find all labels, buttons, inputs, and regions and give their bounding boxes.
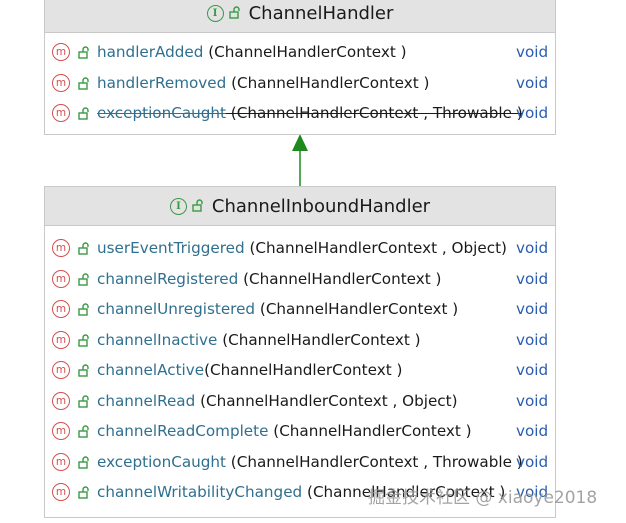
method-name: channelReadComplete xyxy=(97,422,269,441)
method-params: (ChannelHandlerContext ) xyxy=(255,300,459,319)
method-name: channelInactive xyxy=(97,330,218,349)
method-icon: m xyxy=(52,422,70,441)
return-type: void xyxy=(516,422,549,441)
return-type: void xyxy=(516,43,549,62)
method-icon: m xyxy=(52,104,70,123)
channelinboundhandler-header: I ChannelInboundHandler xyxy=(45,187,555,226)
public-lock-icon xyxy=(78,76,90,94)
interface-icon: I xyxy=(169,197,187,215)
public-lock-icon xyxy=(78,45,90,63)
method-name: handlerRemoved xyxy=(97,73,227,92)
method-name: channelWritabilityChanged xyxy=(97,483,303,502)
public-lock-icon xyxy=(78,241,90,259)
method-icon: m xyxy=(52,300,70,319)
method-icon: m xyxy=(52,73,70,92)
method-signature: channelActive(ChannelHandlerContext ) xyxy=(97,361,402,379)
method-signature: channelRead (ChannelHandlerContext , Obj… xyxy=(97,392,458,410)
method-signature: exceptionCaught (ChannelHandlerContext ,… xyxy=(97,453,523,471)
public-lock-icon xyxy=(78,106,90,124)
method-params: (ChannelHandlerContext ) xyxy=(268,422,472,441)
public-lock-icon xyxy=(78,485,90,503)
method-signature: exceptionCaught (ChannelHandlerContext ,… xyxy=(97,104,523,122)
method-signature: channelInactive (ChannelHandlerContext ) xyxy=(97,331,421,349)
return-type: void xyxy=(516,391,549,410)
method-icon: m xyxy=(52,239,70,258)
method-row[interactable]: m channelInactive (ChannelHandlerContext … xyxy=(45,325,555,356)
public-lock-icon xyxy=(78,333,90,351)
method-params: (ChannelHandlerContext , Throwable ) xyxy=(225,452,523,471)
method-params: (ChannelHandlerContext ) xyxy=(226,73,430,92)
public-lock-icon xyxy=(78,424,90,442)
channelhandler-header: I ChannelHandler xyxy=(45,0,555,33)
public-lock-icon xyxy=(78,302,90,320)
public-lock-icon xyxy=(228,3,241,24)
method-row[interactable]: m channelRead (ChannelHandlerContext , Ob… xyxy=(45,386,555,417)
method-signature: handlerAdded (ChannelHandlerContext ) xyxy=(97,43,407,61)
return-type: void xyxy=(516,269,549,288)
return-type: void xyxy=(516,452,549,471)
return-type: void xyxy=(516,361,549,380)
method-row[interactable]: m handlerAdded (ChannelHandlerContext ) vo… xyxy=(45,37,555,68)
method-row[interactable]: m channelUnregistered (ChannelHandlerCont… xyxy=(45,294,555,325)
public-lock-icon xyxy=(78,363,90,381)
method-icon: m xyxy=(52,269,70,288)
method-icon: m xyxy=(52,43,70,62)
method-icon: m xyxy=(52,452,70,471)
method-params: (ChannelHandlerContext ) xyxy=(217,330,421,349)
method-icon: m xyxy=(52,391,70,410)
method-name: channelRegistered xyxy=(97,269,239,288)
return-type: void xyxy=(516,300,549,319)
method-icon: m xyxy=(52,330,70,349)
public-lock-icon xyxy=(78,394,90,412)
method-name: exceptionCaught xyxy=(97,452,226,471)
method-icon: m xyxy=(52,483,70,502)
method-row[interactable]: m channelRegistered (ChannelHandlerContex… xyxy=(45,264,555,295)
method-params: (ChannelHandlerContext , Object) xyxy=(244,239,507,258)
method-name: channelUnregistered xyxy=(97,300,256,319)
method-signature: channelUnregistered (ChannelHandlerConte… xyxy=(97,300,458,318)
method-row[interactable]: m handlerRemoved (ChannelHandlerContext )… xyxy=(45,68,555,99)
method-params: (ChannelHandlerContext ) xyxy=(203,43,407,62)
method-row[interactable]: m channelActive(ChannelHandlerContext ) vo… xyxy=(45,355,555,386)
method-row[interactable]: m userEventTriggered (ChannelHandlerConte… xyxy=(45,233,555,264)
return-type: void xyxy=(516,330,549,349)
return-type: void xyxy=(516,73,549,92)
method-list: m userEventTriggered (ChannelHandlerConte… xyxy=(45,226,555,508)
method-signature: channelRegistered (ChannelHandlerContext… xyxy=(97,270,441,288)
method-name: userEventTriggered xyxy=(97,239,245,258)
method-params: (ChannelHandlerContext , Object) xyxy=(195,391,458,410)
method-name: handlerAdded xyxy=(97,43,204,62)
method-params: (ChannelHandlerContext , Throwable ) xyxy=(225,104,523,123)
method-name: exceptionCaught xyxy=(97,104,226,123)
method-list: m handlerAdded (ChannelHandlerContext ) vo… xyxy=(45,33,555,129)
method-signature: channelReadComplete (ChannelHandlerConte… xyxy=(97,422,472,440)
class-title: ChannelInboundHandler xyxy=(211,195,431,217)
channelinboundhandler-box: I ChannelInboundHandler m userEventTrigge… xyxy=(44,186,556,518)
method-row[interactable]: m exceptionCaught (ChannelHandlerContext … xyxy=(45,98,555,129)
public-lock-icon xyxy=(78,455,90,473)
watermark: 掘金技术社区 @ xiaoye2018 xyxy=(368,488,598,508)
public-lock-icon xyxy=(192,196,204,217)
method-params: (ChannelHandlerContext ) xyxy=(238,269,442,288)
channelhandler-box: I ChannelHandler m handlerAdded (ChannelH… xyxy=(44,0,556,135)
method-row[interactable]: m exceptionCaught (ChannelHandlerContext … xyxy=(45,447,555,478)
return-type: void xyxy=(516,239,549,258)
public-lock-icon xyxy=(78,272,90,290)
method-name: channelRead xyxy=(97,391,196,410)
method-params: (ChannelHandlerContext ) xyxy=(204,361,403,380)
method-signature: handlerRemoved (ChannelHandlerContext ) xyxy=(97,74,429,92)
method-row[interactable]: m channelReadComplete (ChannelHandlerCont… xyxy=(45,416,555,447)
method-icon: m xyxy=(52,361,70,380)
method-signature: userEventTriggered (ChannelHandlerContex… xyxy=(97,239,507,257)
return-type: void xyxy=(516,104,549,123)
interface-icon: I xyxy=(206,5,224,22)
method-name: channelActive xyxy=(97,361,205,380)
class-title: ChannelHandler xyxy=(248,3,394,24)
